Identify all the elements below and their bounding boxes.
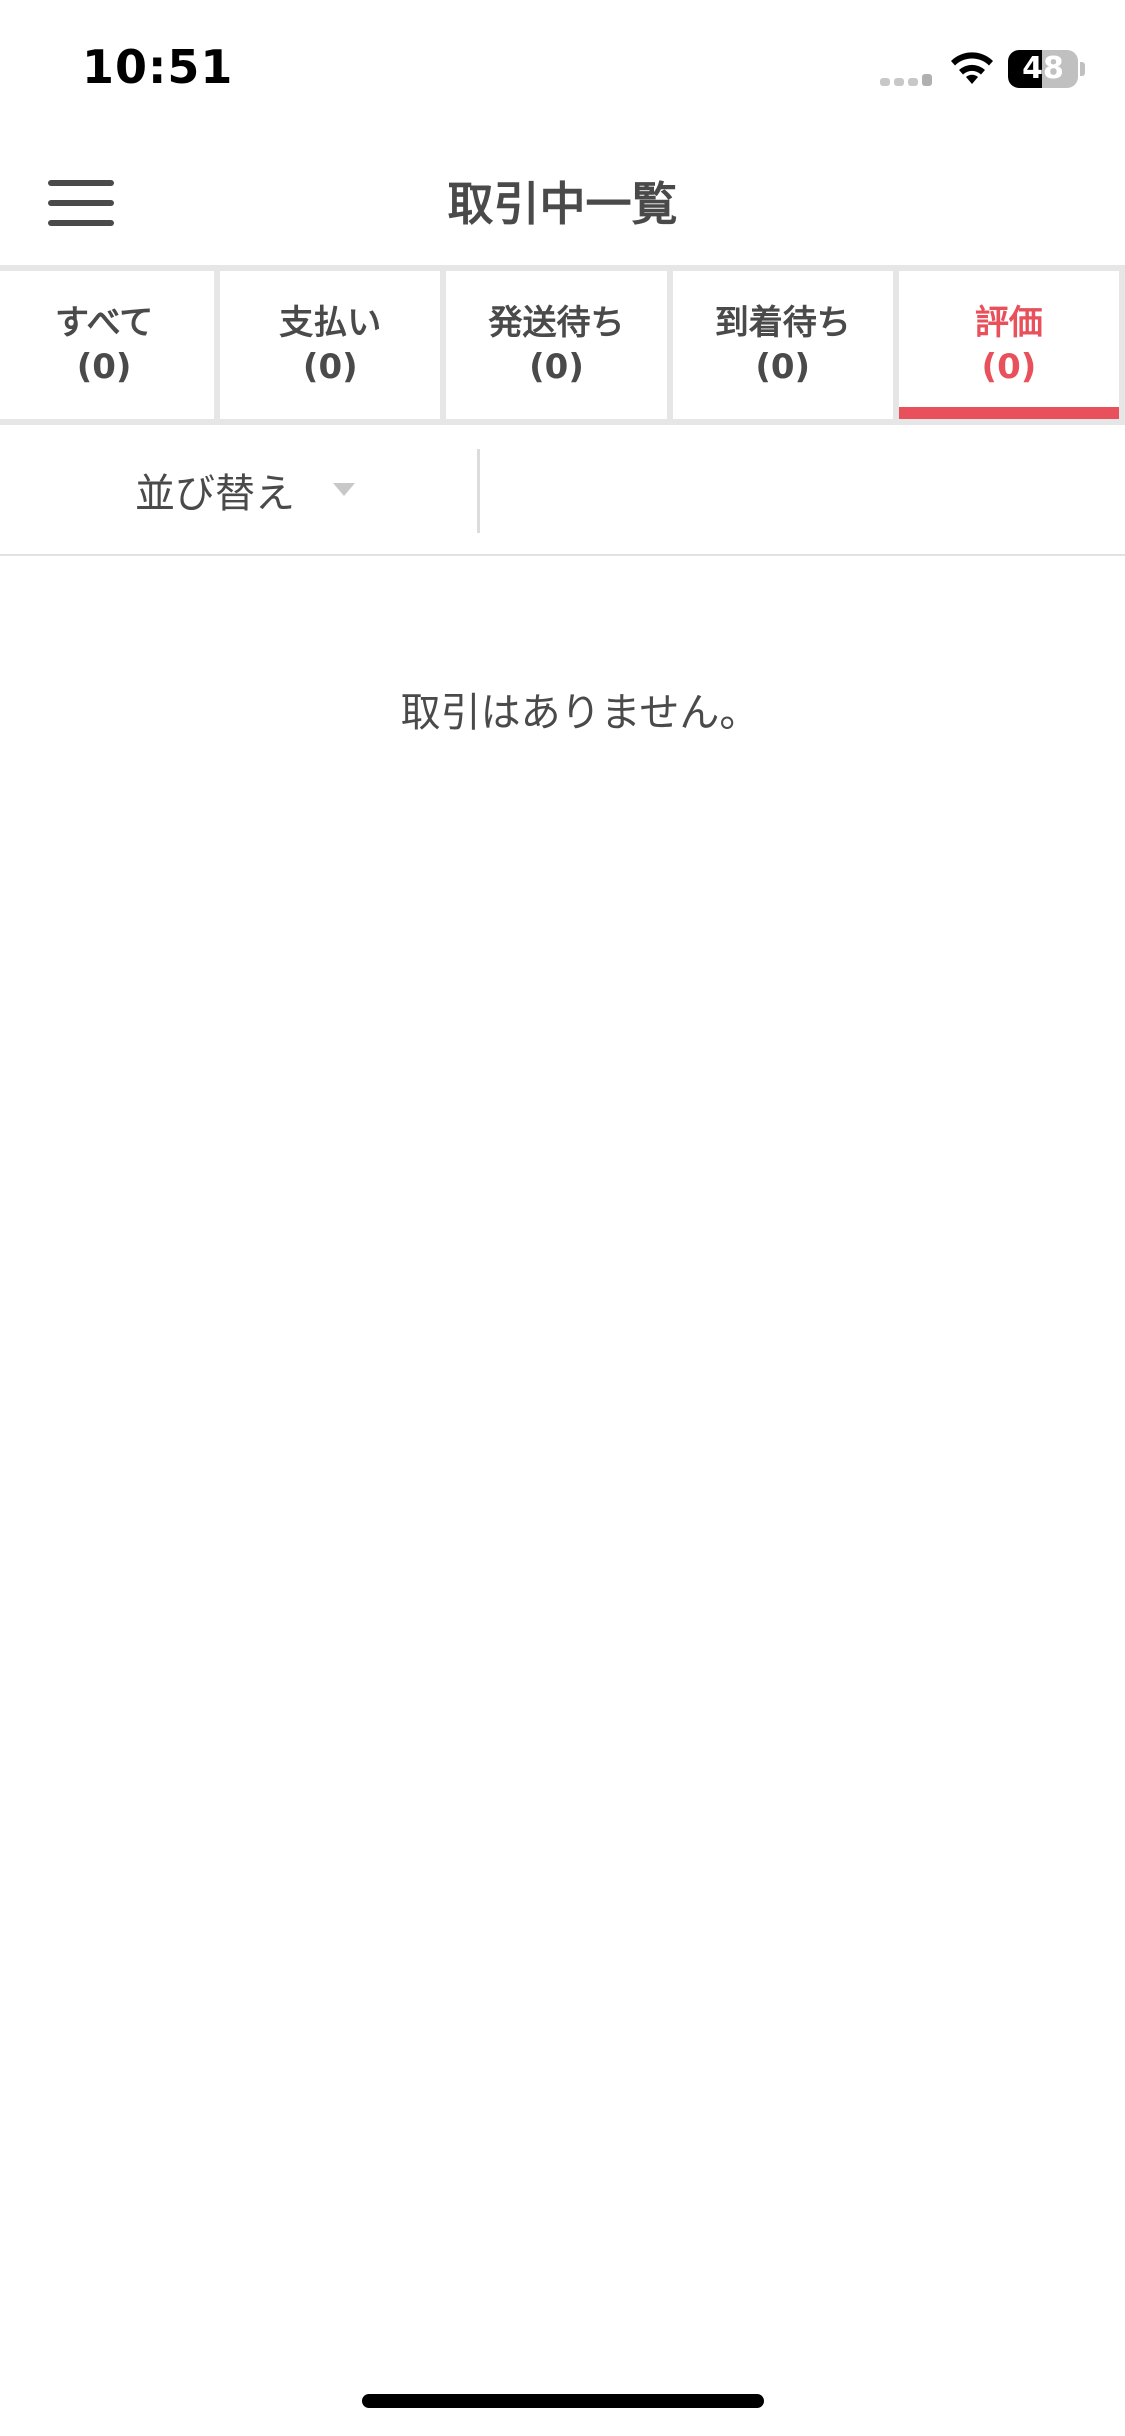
battery-icon: 48 [1008,50,1078,88]
page-title: 取引中一覧 [447,177,678,231]
cellular-signal-icon [880,74,934,86]
sort-bar: 並び替え [0,425,1125,556]
sort-label: 並び替え [135,471,295,517]
tab-review[interactable]: 評価 (0) [898,271,1120,419]
status-time: 10:51 [82,40,234,94]
tab-label: 評価 [974,303,1043,343]
nav-bar: 取引中一覧 [0,140,1125,265]
wifi-icon [951,52,993,84]
tab-count: (0) [755,347,811,387]
empty-message: 取引はありません。 [400,690,760,736]
home-indicator[interactable] [362,2394,764,2408]
tab-payment[interactable]: 支払い (0) [220,271,441,419]
screen: 10:51 48 取引中一覧 すべて (0) 支払い (0) 発送待ち (0) … [0,0,1125,2436]
tab-count: (0) [981,347,1037,387]
battery-nub [1080,62,1085,76]
status-bar: 10:51 48 [0,0,1125,140]
sort-divider [477,449,480,533]
tab-count: (0) [529,347,584,387]
tab-all[interactable]: すべて (0) [0,271,215,419]
tab-label: 到着待ち [714,303,851,343]
active-tab-indicator [898,407,1120,419]
tab-count: (0) [76,347,132,387]
status-tabs: すべて (0) 支払い (0) 発送待ち (0) 到着待ち (0) 評価 (0) [0,265,1125,425]
tab-label: すべて [54,303,154,343]
tab-count: (0) [302,347,358,387]
tab-label: 発送待ち [488,303,625,343]
sort-button[interactable]: 並び替え [0,425,478,554]
tab-awaiting-shipment[interactable]: 発送待ち (0) [446,271,667,419]
tab-label: 支払い [279,303,382,343]
tab-awaiting-arrival[interactable]: 到着待ち (0) [672,271,893,419]
caret-down-icon [333,483,355,496]
battery-level: 48 [1022,51,1064,86]
